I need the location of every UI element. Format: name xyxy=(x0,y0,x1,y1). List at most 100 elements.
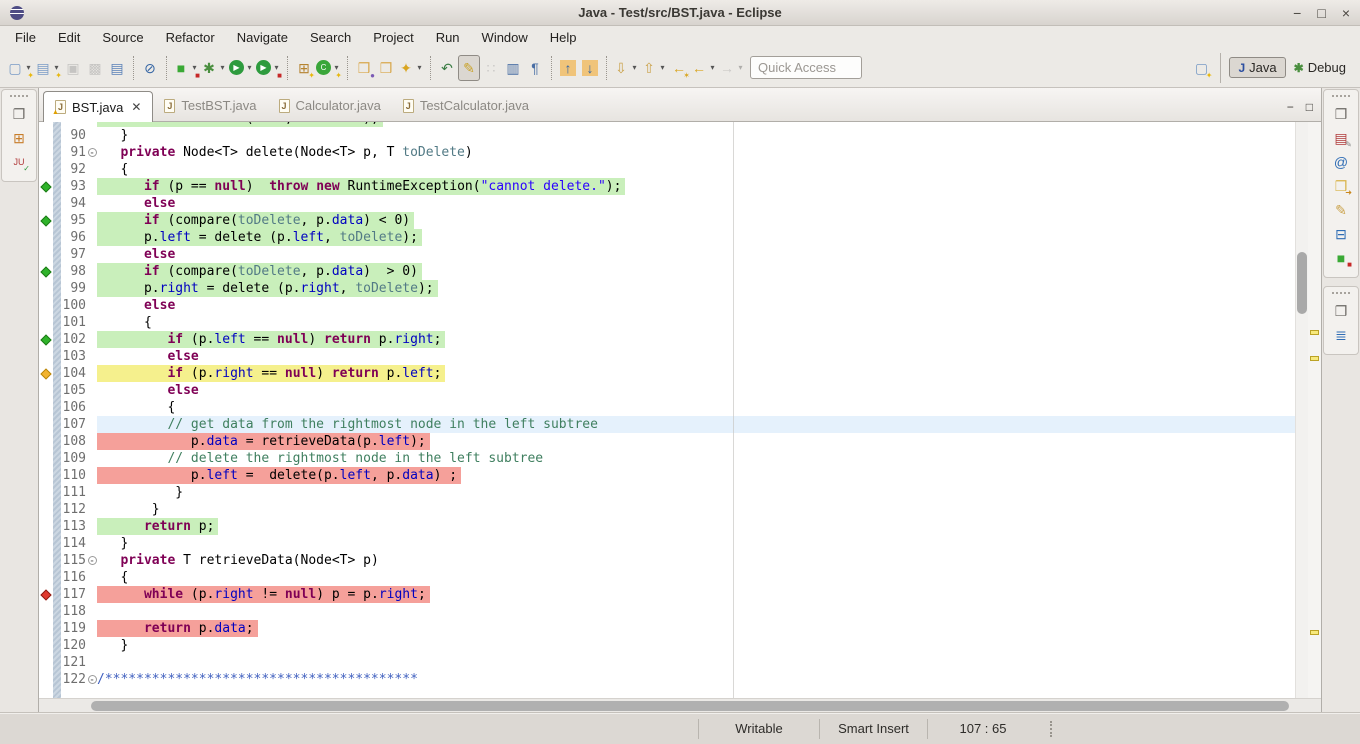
quick-access-input[interactable] xyxy=(750,56,862,79)
code-line-92[interactable]: 92 { xyxy=(39,161,1295,178)
show-source-icon[interactable]: ▥ xyxy=(502,55,524,81)
go-to-line-icon-dropdown[interactable]: ▾ xyxy=(658,63,667,72)
tab-close-icon[interactable]: ✕ xyxy=(131,100,141,114)
code-line-100[interactable]: 100 else xyxy=(39,297,1295,314)
declaration-view-icon[interactable]: ❒➜ xyxy=(1330,174,1352,198)
menu-search[interactable]: Search xyxy=(299,30,362,45)
code-line-112[interactable]: 112 } xyxy=(39,501,1295,518)
vertical-scrollbar-thumb[interactable] xyxy=(1297,252,1307,314)
code-line-103[interactable]: 103 else xyxy=(39,348,1295,365)
debug-perspective-button[interactable]: ✱Debug xyxy=(1286,58,1354,77)
menu-file[interactable]: File xyxy=(4,30,47,45)
code-line-91[interactable]: 91- private Node<T> delete(Node<T> p, T … xyxy=(39,144,1295,161)
coverage-view-icon[interactable]: ■■ xyxy=(1330,246,1352,270)
code-line-122[interactable]: 122-/***********************************… xyxy=(39,671,1295,688)
code-line-120[interactable]: 120 } xyxy=(39,637,1295,654)
fold-collapse-icon[interactable]: - xyxy=(88,148,97,157)
new-menu-icon[interactable]: ▤✦▾ xyxy=(34,55,62,81)
new-class-icon[interactable]: C✦▾ xyxy=(315,55,342,81)
show-whitespace-icon[interactable]: ¶ xyxy=(524,55,546,81)
search-icon-dropdown[interactable]: ▾ xyxy=(415,63,424,72)
back-icon[interactable]: ←▾ xyxy=(690,55,718,81)
tab-testbst-java[interactable]: JTestBST.java xyxy=(153,91,267,120)
junit-view-icon[interactable]: JU✓ xyxy=(8,150,30,174)
java-perspective-button[interactable]: JJava xyxy=(1229,57,1285,78)
code-line-109[interactable]: 109 // delete the rightmost node in the … xyxy=(39,450,1295,467)
code-line-116[interactable]: 116 { xyxy=(39,569,1295,586)
code-line-104[interactable]: 104 if (p.right == null) return p.left; xyxy=(39,365,1295,382)
mark-occurrences-icon[interactable]: ✎ xyxy=(458,55,480,81)
menu-window[interactable]: Window xyxy=(471,30,539,45)
code-line-93[interactable]: 93 if (p == null) throw new RuntimeExcep… xyxy=(39,178,1295,195)
minimize-button[interactable]: − xyxy=(1293,6,1301,20)
open-resource-icon[interactable]: ❒ xyxy=(375,55,397,81)
editor-body[interactable]: 89 root = delete(root, toDelete);90 }91-… xyxy=(39,122,1321,698)
debug-launch-icon[interactable]: ✱▾ xyxy=(200,55,228,81)
debug-launch-icon-dropdown[interactable]: ▾ xyxy=(218,63,227,72)
last-edit-location-icon[interactable]: ⇩▾ xyxy=(612,55,640,81)
code-line-107[interactable]: 107 // get data from the rightmost node … xyxy=(39,416,1295,433)
code-line-115[interactable]: 115- private T retrieveData(Node<T> p) xyxy=(39,552,1295,569)
last-edit-location-icon-dropdown[interactable]: ▾ xyxy=(630,63,639,72)
back-icon-dropdown[interactable]: ▾ xyxy=(708,63,717,72)
menu-help[interactable]: Help xyxy=(539,30,588,45)
occurrence-marker[interactable] xyxy=(1310,630,1319,635)
new-java-project-icon[interactable]: ⊞✦ xyxy=(293,55,315,81)
code-line-117[interactable]: 117 while (p.right != null) p = p.right; xyxy=(39,586,1295,603)
previous-annotation-icon[interactable]: ↑ xyxy=(557,55,579,81)
occurrence-marker[interactable] xyxy=(1310,330,1319,335)
skip-all-breakpoints-icon[interactable]: ⊘ xyxy=(139,55,161,81)
back-to-last-edit-icon[interactable]: ↶ xyxy=(436,55,458,81)
occurrence-marker[interactable] xyxy=(1310,356,1319,361)
horizontal-scrollbar-thumb[interactable] xyxy=(91,701,1289,711)
maximize-button[interactable]: □ xyxy=(1317,6,1325,20)
code-line-121[interactable]: 121 xyxy=(39,654,1295,671)
menu-run[interactable]: Run xyxy=(425,30,471,45)
run-icon-dropdown[interactable]: ▾ xyxy=(245,63,254,72)
code-line-106[interactable]: 106 { xyxy=(39,399,1295,416)
search-icon[interactable]: ✦▾ xyxy=(397,55,425,81)
fold-collapse-icon[interactable]: - xyxy=(88,556,97,565)
code-line-99[interactable]: 99 p.right = delete (p.right, toDelete); xyxy=(39,280,1295,297)
type-hierarchy-icon[interactable]: ⊞ xyxy=(8,126,30,150)
menu-project[interactable]: Project xyxy=(362,30,424,45)
code-line-102[interactable]: 102 if (p.left == null) return p.right; xyxy=(39,331,1295,348)
open-type-icon[interactable]: ❒● xyxy=(353,55,375,81)
code-line-97[interactable]: 97 else xyxy=(39,246,1295,263)
code-line-119[interactable]: 119 return p.data; xyxy=(39,620,1295,637)
minimize-view-icon[interactable]: − xyxy=(1287,101,1294,113)
run-icon[interactable]: ▶▾ xyxy=(228,55,255,81)
outline-view-icon[interactable]: ≣ xyxy=(1330,323,1352,347)
print-icon[interactable]: ▤ xyxy=(106,55,128,81)
menu-edit[interactable]: Edit xyxy=(47,30,91,45)
new-wizard-icon[interactable]: ▢✦▾ xyxy=(6,55,34,81)
code-line-118[interactable]: 118 xyxy=(39,603,1295,620)
code-line-94[interactable]: 94 else xyxy=(39,195,1295,212)
forward-icon-dropdown[interactable]: ▾ xyxy=(736,63,745,72)
maximize-view-icon[interactable]: □ xyxy=(1306,101,1313,113)
code-line-111[interactable]: 111 } xyxy=(39,484,1295,501)
code-line-114[interactable]: 114 } xyxy=(39,535,1295,552)
external-tools-icon[interactable]: ▶■▾ xyxy=(255,55,282,81)
restore-views-icon[interactable]: ❐ xyxy=(1330,102,1352,126)
close-button[interactable]: × xyxy=(1342,6,1350,20)
overview-ruler[interactable] xyxy=(1308,122,1321,698)
code-line-90[interactable]: 90 } xyxy=(39,127,1295,144)
code-line-110[interactable]: 110 p.left = delete(p.left, p.data) ; xyxy=(39,467,1295,484)
menu-navigate[interactable]: Navigate xyxy=(226,30,299,45)
code-line-98[interactable]: 98 if (compare(toDelete, p.data) > 0) xyxy=(39,263,1295,280)
horizontal-scrollbar[interactable] xyxy=(39,698,1321,712)
vertical-scrollbar[interactable] xyxy=(1295,122,1308,698)
code-line-96[interactable]: 96 p.left = delete (p.left, toDelete); xyxy=(39,229,1295,246)
tab-bst-java[interactable]: J▲BST.java✕ xyxy=(43,91,153,122)
menu-refactor[interactable]: Refactor xyxy=(155,30,226,45)
open-perspective-icon[interactable]: ▢✦ xyxy=(1190,55,1212,81)
back-history-icon[interactable]: ←✶ xyxy=(668,55,690,81)
tab-testcalculator-java[interactable]: JTestCalculator.java xyxy=(392,91,540,120)
code-line-101[interactable]: 101 { xyxy=(39,314,1295,331)
coverage-launch-icon[interactable]: ■■▾ xyxy=(172,55,200,81)
code-line-95[interactable]: 95 if (compare(toDelete, p.data) < 0) xyxy=(39,212,1295,229)
restore-views-icon[interactable]: ❐ xyxy=(8,102,30,126)
search-view-icon[interactable]: ✎ xyxy=(1330,198,1352,222)
javadoc-view-icon[interactable]: @ xyxy=(1330,150,1352,174)
